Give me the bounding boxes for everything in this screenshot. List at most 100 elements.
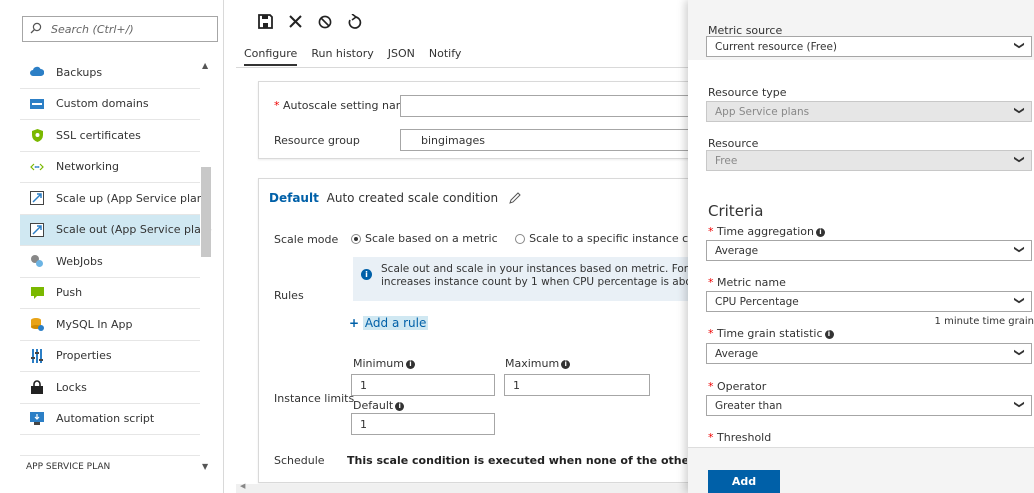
- resource-group-input[interactable]: bingimages: [400, 129, 700, 151]
- time-grain-statistic-select[interactable]: Average ❯: [706, 343, 1032, 364]
- condition-badge: Default: [269, 191, 319, 205]
- resource-group-label: Resource group: [274, 134, 360, 147]
- threshold-label: * Threshold: [708, 431, 771, 444]
- minimum-label: Minimum i: [353, 357, 415, 370]
- menu-item-mysql-in-app[interactable]: MySQL In App: [20, 309, 200, 341]
- info-icon: i: [561, 359, 571, 369]
- autoscale-name-label: * Autoscale setting name: [274, 99, 413, 112]
- tab-json[interactable]: JSON: [388, 44, 415, 66]
- close-icon[interactable]: [289, 15, 302, 31]
- info-line-2: increases instance count by 1 when CPU p…: [381, 276, 699, 288]
- menu-item-scale-up[interactable]: Scale up (App Service plan): [20, 183, 208, 215]
- required-marker: *: [708, 431, 714, 444]
- menu-item-push[interactable]: Push: [20, 278, 200, 309]
- pencil-icon[interactable]: [508, 192, 521, 205]
- operator-value: Greater than: [715, 400, 783, 412]
- tab-run-history[interactable]: Run history: [311, 44, 373, 66]
- minimum-input[interactable]: 1: [351, 374, 495, 396]
- resource-select[interactable]: Free ❯: [706, 150, 1032, 171]
- menu-item-label: MySQL In App: [56, 317, 133, 331]
- time-aggregation-value: Average: [715, 245, 759, 257]
- scroll-up-icon[interactable]: ▲: [202, 61, 208, 70]
- add-rule-link[interactable]: + Add a rule: [349, 316, 429, 330]
- menu-item-webjobs[interactable]: WebJobs: [20, 246, 200, 278]
- menu-item-backups[interactable]: Backups: [20, 57, 200, 89]
- scale-mode-label: Scale mode: [274, 233, 339, 246]
- resource-type-value: App Service plans: [715, 106, 810, 118]
- operator-label-text: Operator: [717, 380, 767, 393]
- search-box[interactable]: Search (Ctrl+/): [22, 16, 218, 42]
- tab-notify[interactable]: Notify: [429, 44, 462, 66]
- resource-value: Free: [715, 155, 738, 167]
- schedule-text: This scale condition is executed when no…: [347, 454, 687, 467]
- scroll-thumb[interactable]: [201, 167, 211, 257]
- scale-up-icon: [30, 191, 44, 206]
- radio-metric[interactable]: [351, 234, 361, 244]
- chevron-down-icon: ❯: [1013, 155, 1025, 164]
- maximum-input[interactable]: 1: [504, 374, 650, 396]
- time-aggregation-select[interactable]: Average ❯: [706, 240, 1032, 261]
- default-label-text: Default: [353, 399, 394, 412]
- cloud-icon: [30, 65, 44, 79]
- scale-mode-options: Scale based on a metric Scale to a speci…: [351, 232, 713, 245]
- horizontal-scrollbar[interactable]: ◀: [236, 482, 692, 493]
- metric-source-select[interactable]: Current resource (Free) ❯: [706, 36, 1032, 57]
- time-grain-statistic-value: Average: [715, 348, 759, 360]
- option-count-label: Scale to a specific instance count: [529, 232, 714, 245]
- autoscale-name-input[interactable]: [400, 95, 700, 117]
- condition-title: Auto created scale condition: [326, 191, 499, 205]
- menu-item-properties[interactable]: Properties: [20, 341, 200, 372]
- time-grain-statistic-label-text: Time grain statistic: [717, 327, 823, 340]
- info-icon: i: [395, 401, 405, 411]
- save-icon[interactable]: [258, 14, 273, 32]
- menu-item-scale-out[interactable]: Scale out (App Service plan): [20, 214, 212, 246]
- threshold-label-text: Threshold: [717, 431, 772, 444]
- shield-icon: [30, 128, 44, 142]
- metric-name-label: * Metric name: [708, 276, 786, 289]
- resource-menu: Search (Ctrl+/) Backups Custom domains S…: [0, 0, 224, 493]
- info-line-1: Scale out and scale in your instances ba…: [381, 263, 699, 275]
- minimum-label-text: Minimum: [353, 357, 404, 370]
- plus-icon: +: [349, 316, 360, 330]
- info-banner: i Scale out and scale in your instances …: [353, 257, 699, 301]
- tab-configure[interactable]: Configure: [244, 44, 298, 66]
- radio-count[interactable]: [515, 234, 526, 244]
- menu-item-automation-script[interactable]: Automation script: [20, 404, 200, 435]
- time-grain-statistic-label: * Time grain statistic i: [708, 327, 834, 340]
- metric-name-select[interactable]: CPU Percentage ❯: [706, 291, 1032, 312]
- menu-item-locks[interactable]: Locks: [20, 372, 200, 404]
- add-button[interactable]: Add: [708, 470, 780, 493]
- menu-list: Backups Custom domains SSL certificates …: [20, 57, 212, 435]
- network-icon: [30, 160, 44, 174]
- menu-item-custom-domains[interactable]: Custom domains: [20, 89, 200, 120]
- menu-item-label: Networking: [56, 160, 119, 174]
- chevron-down-icon: ❯: [1013, 106, 1025, 115]
- required-marker: *: [708, 276, 714, 289]
- autoscale-name-label-text: Autoscale setting name: [283, 99, 414, 112]
- option-count[interactable]: Scale to a specific instance count: [515, 232, 713, 245]
- default-input[interactable]: 1: [351, 413, 495, 435]
- scroll-left-icon[interactable]: ◀: [240, 482, 245, 490]
- chevron-down-icon: ❯: [1013, 296, 1025, 305]
- time-grain-hint: 1 minute time grain: [934, 316, 1034, 327]
- refresh-icon[interactable]: [348, 13, 362, 32]
- menu-item-label: Scale up (App Service plan): [56, 191, 209, 205]
- info-icon: i: [405, 359, 415, 369]
- resource-type-select[interactable]: App Service plans ❯: [706, 101, 1032, 122]
- scroll-down-icon[interactable]: ▼: [202, 462, 208, 471]
- chevron-down-icon: ❯: [1013, 400, 1025, 409]
- condition-header: Default Auto created scale condition: [269, 191, 521, 205]
- maximum-label: Maximum i: [505, 357, 571, 370]
- menu-item-label: Locks: [56, 380, 87, 394]
- menu-item-ssl-certificates[interactable]: SSL certificates: [20, 120, 200, 152]
- mysql-icon: [30, 317, 44, 332]
- menu-item-networking[interactable]: Networking: [20, 152, 200, 183]
- operator-select[interactable]: Greater than ❯: [706, 395, 1032, 416]
- properties-icon: [30, 348, 44, 363]
- required-marker: *: [708, 380, 714, 393]
- sidebar-scrollbar[interactable]: ▲ ▼: [200, 57, 212, 475]
- operator-label: * Operator: [708, 380, 766, 393]
- add-rule-label: Add a rule: [362, 316, 429, 330]
- option-metric[interactable]: Scale based on a metric: [351, 232, 498, 245]
- disable-icon[interactable]: [318, 15, 332, 32]
